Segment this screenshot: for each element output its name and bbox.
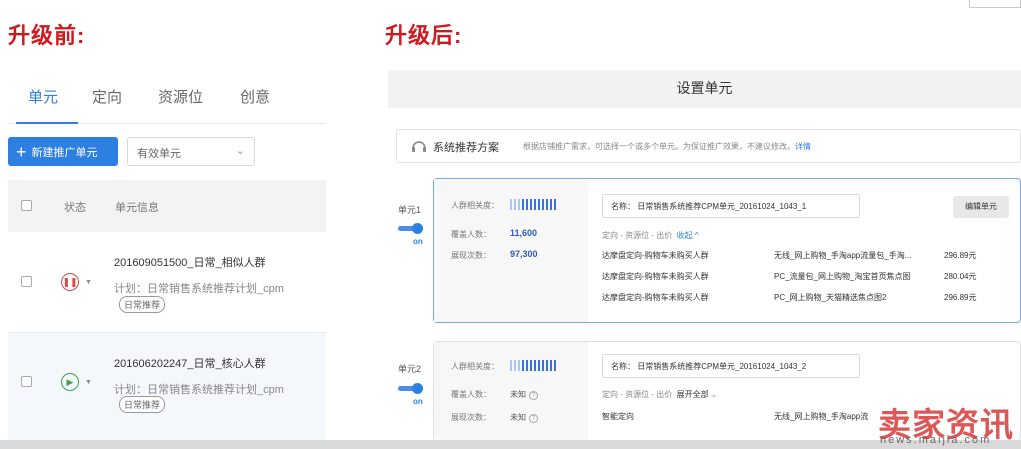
row-resource: PC_流量包_网上购物_淘宝首页焦点图: [774, 272, 911, 281]
unit-name[interactable]: 201606202247_日常_核心人群: [114, 355, 266, 371]
recommend-desc-text: 根据店铺推广需求，可选择一个或多个单元。为保证推广效果，不建议修改。: [523, 142, 795, 151]
unit-name[interactable]: 201609051500_日常_相似人群: [114, 254, 266, 270]
unit-plan: 计划：日常销售系统推荐计划_cpm: [114, 283, 284, 295]
impressions-label: 展现次数：: [451, 251, 491, 260]
select-all-checkbox[interactable]: [21, 200, 32, 211]
unit-1-name-field[interactable]: 名称： 日常销售系统推荐CPM单元_20161024_1043_1: [602, 194, 860, 218]
new-unit-button[interactable]: + 新建推广单元: [8, 137, 118, 166]
recommend-bar: 系统推荐方案 根据店铺推广需求，可选择一个或多个单元。为保证推广效果，不建议修改…: [396, 129, 1021, 163]
impressions-value-text: 未知: [510, 413, 526, 422]
unit-tabs: 单元 定向 资源位 创意: [8, 78, 326, 124]
relevance-label: 人群相关度：: [451, 201, 499, 210]
new-unit-label: 新建推广单元: [31, 146, 98, 159]
row-checkbox[interactable]: [21, 276, 32, 287]
name-value: 日常销售系统推荐CPM单元_20161024_1043_2: [637, 362, 807, 371]
status-dropdown-icon[interactable]: ▼: [85, 279, 92, 286]
pause-icon[interactable]: ❚❚: [61, 273, 79, 291]
coverage-value: 未知?: [510, 389, 538, 400]
unit-1-toggle[interactable]: [398, 223, 424, 235]
unit-2-toggle-state: on: [413, 397, 423, 406]
row-price: 296.89元: [944, 293, 977, 302]
before-title: 升级前:: [8, 23, 86, 48]
recommend-tag: 日常推荐: [119, 296, 166, 313]
tab-creative[interactable]: 创意: [240, 86, 270, 107]
name-value: 日常销售系统推荐CPM单元_20161024_1043_1: [637, 202, 807, 211]
tab-unit[interactable]: 单元: [28, 86, 58, 107]
relevance-label: 人群相关度：: [451, 362, 499, 371]
impressions-value: 97,300: [510, 249, 538, 259]
table-row: ▶ ▼ 201606202247_日常_核心人群 计划：日常销售系统推荐计划_c…: [8, 333, 326, 441]
row-resource: 无线_网上购物_手淘app流: [774, 412, 869, 421]
relevance-bars: [510, 360, 556, 371]
plus-icon: +: [16, 141, 27, 162]
row-target: 达摩盘定向-购物车未购买人群: [602, 272, 709, 281]
help-icon[interactable]: ?: [529, 391, 538, 400]
name-label: 名称：: [611, 362, 635, 371]
unit-2-label: 单元2: [398, 364, 422, 374]
horizontal-scrollbar[interactable]: [0, 440, 1021, 449]
row-price: 296.89元: [944, 251, 977, 260]
impressions-label: 展现次数：: [451, 413, 491, 422]
row-resource: 无线_网上购物_手淘app流量包_手淘...: [774, 251, 912, 260]
collapse-link[interactable]: 收起 ^: [677, 231, 699, 240]
watermark-url: news.maijia.com: [880, 434, 992, 446]
unit-1-metrics: 人群相关度： 覆盖人数： 11,600 展现次数： 97,300: [434, 179, 588, 322]
watermark: 卖家资讯 news.maijia.com: [876, 398, 1021, 449]
unit-2-name-field[interactable]: 名称： 日常销售系统推荐CPM单元_20161024_1043_2: [602, 354, 860, 378]
details-link[interactable]: 详情: [795, 142, 811, 151]
header-status: 状态: [64, 202, 86, 214]
after-title: 升级后:: [385, 23, 463, 48]
targeting-summary-label: 定向 - 资源位 - 出价 展开全部 ⌄: [602, 389, 718, 400]
play-icon[interactable]: ▶: [61, 373, 79, 391]
unit-plan: 计划：日常销售系统推荐计划_cpm: [114, 384, 284, 396]
recommend-title: 系统推荐方案: [433, 142, 499, 154]
recommend-icon: [412, 141, 426, 152]
recommend-desc: 根据店铺推广需求，可选择一个或多个单元。为保证推广效果，不建议修改。详情: [523, 141, 811, 152]
unit-1-card: 人群相关度： 覆盖人数： 11,600 展现次数： 97,300 名称： 日常销…: [433, 178, 1021, 323]
chevron-down-icon: ⌄: [235, 145, 245, 157]
row-checkbox[interactable]: [21, 376, 32, 387]
targeting-summary-label: 定向 - 资源位 - 出价 收起 ^: [602, 230, 699, 241]
active-tab-indicator: [16, 122, 78, 124]
unit-1-label: 单元1: [398, 205, 422, 215]
table-row: ❚❚ ▼ 201609051500_日常_相似人群 计划：日常销售系统推荐计划_…: [8, 233, 326, 333]
row-price: 280.04元: [944, 272, 977, 281]
settings-title: 设置单元: [676, 80, 733, 96]
table-header: 状态 单元信息: [8, 180, 326, 232]
tab-resource[interactable]: 资源位: [158, 86, 203, 107]
sub-label-text: 定向 - 资源位 - 出价: [602, 231, 673, 240]
unit-1-toggle-state: on: [413, 237, 423, 246]
coverage-value-text: 未知: [510, 390, 526, 399]
expand-all-link[interactable]: 展开全部: [677, 390, 709, 399]
unit-filter-value: 有效单元: [137, 148, 181, 160]
row-target: 智能定向: [602, 412, 634, 421]
chevron-down-icon[interactable]: ⌄: [711, 390, 718, 399]
impressions-value: 未知?: [510, 412, 538, 423]
unit-filter-select[interactable]: 有效单元 ⌄: [127, 137, 255, 166]
corner-frame: [969, 0, 1021, 8]
relevance-bars: [510, 199, 556, 210]
coverage-label: 覆盖人数：: [451, 390, 491, 399]
tab-targeting[interactable]: 定向: [92, 86, 122, 107]
row-target: 达摩盘定向-购物车未购买人群: [602, 293, 709, 302]
help-icon[interactable]: ?: [529, 414, 538, 423]
status-dropdown-icon[interactable]: ▼: [85, 379, 92, 386]
edit-unit-button[interactable]: 编辑单元: [953, 196, 1009, 218]
unit-2-metrics: 人群相关度： 覆盖人数： 未知? 展现次数： 未知?: [434, 342, 588, 440]
row-resource: PC_网上购物_天猫精选焦点图2: [774, 293, 887, 302]
recommend-tag: 日常推荐: [119, 396, 166, 413]
unit-2-toggle[interactable]: [398, 383, 424, 395]
coverage-value: 11,600: [510, 228, 538, 238]
coverage-label: 覆盖人数：: [451, 230, 491, 239]
name-label: 名称：: [611, 202, 635, 211]
row-target: 达摩盘定向-购物车未购买人群: [602, 251, 709, 260]
header-unit-info: 单元信息: [115, 202, 159, 214]
settings-header: 设置单元: [388, 70, 1021, 108]
sub-label-text: 定向 - 资源位 - 出价: [602, 390, 673, 399]
